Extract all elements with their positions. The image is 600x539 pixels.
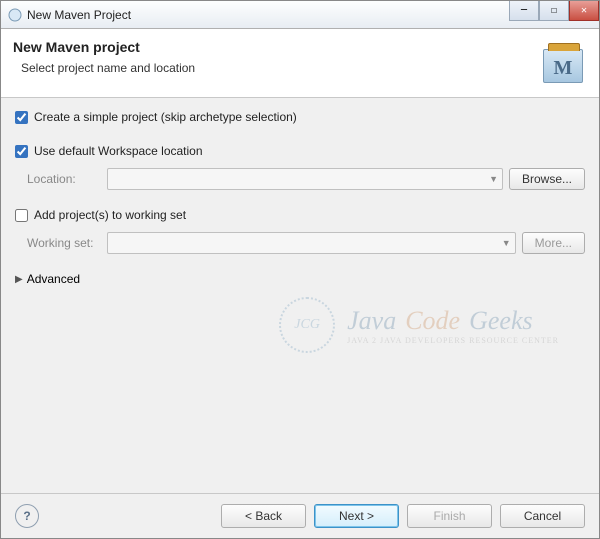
content-area: Create a simple project (skip archetype … [1,98,599,493]
next-button[interactable]: Next > [314,504,399,528]
footer: ? < Back Next > Finish Cancel [1,493,599,538]
use-default-workspace-checkbox[interactable] [15,145,28,158]
working-set-combo: ▼ [107,232,516,254]
add-working-set-label[interactable]: Add project(s) to working set [34,208,186,222]
browse-button[interactable]: Browse... [509,168,585,190]
banner: New Maven project Select project name an… [1,29,599,98]
back-button[interactable]: < Back [221,504,306,528]
location-combo: ▼ [107,168,503,190]
triangle-right-icon: ▶ [15,274,23,285]
titlebar[interactable]: New Maven Project ─ ☐ ✕ [1,1,599,29]
window-title: New Maven Project [27,8,131,22]
cancel-button[interactable]: Cancel [500,504,585,528]
chevron-down-icon: ▼ [489,174,498,184]
use-default-workspace-label[interactable]: Use default Workspace location [34,144,203,158]
maven-icon: M [539,39,587,83]
page-title: New Maven project [13,39,195,55]
add-working-set-checkbox[interactable] [15,209,28,222]
help-icon: ? [23,509,30,523]
advanced-label: Advanced [27,272,80,286]
advanced-expander[interactable]: ▶ Advanced [15,272,585,286]
simple-project-label[interactable]: Create a simple project (skip archetype … [34,110,297,124]
finish-button[interactable]: Finish [407,504,492,528]
simple-project-checkbox[interactable] [15,111,28,124]
maximize-button[interactable]: ☐ [539,1,569,21]
chevron-down-icon: ▼ [502,238,511,248]
minimize-button[interactable]: ─ [509,1,539,21]
location-label: Location: [27,172,107,186]
watermark: JCG Java Code Geeks JAVA 2 JAVA DEVELOPE… [279,297,559,353]
more-button[interactable]: More... [522,232,585,254]
close-button[interactable]: ✕ [569,1,599,21]
page-subtitle: Select project name and location [13,61,195,75]
wizard-icon [7,7,23,23]
working-set-label: Working set: [27,236,107,250]
help-button[interactable]: ? [15,504,39,528]
